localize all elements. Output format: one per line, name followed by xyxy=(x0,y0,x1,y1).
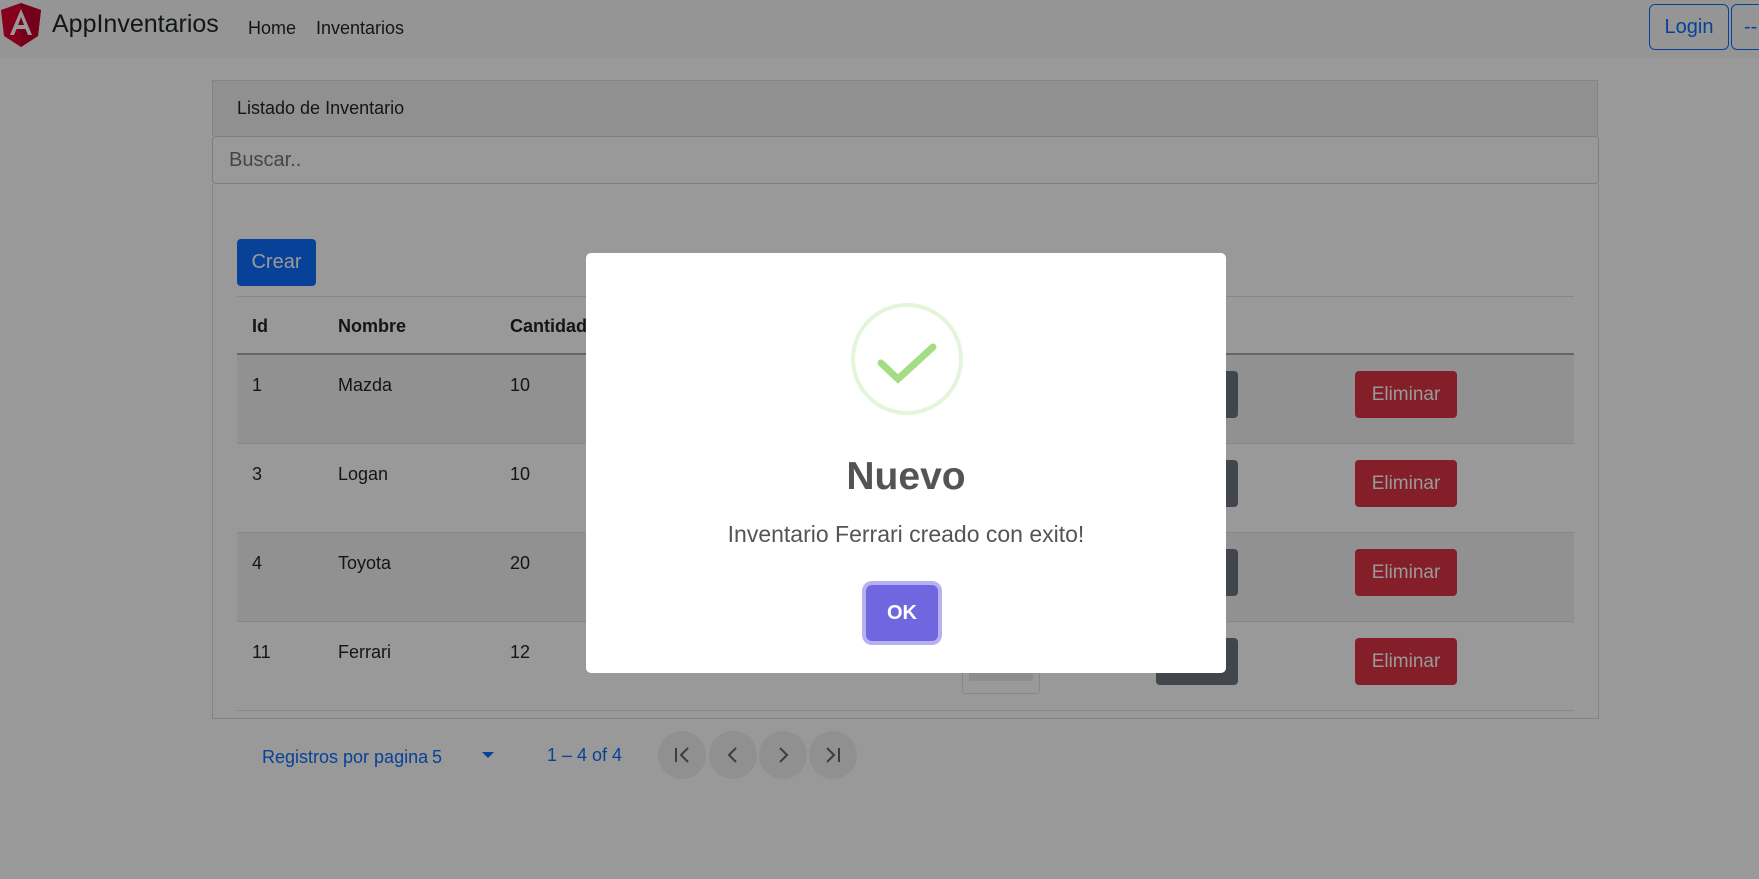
ok-button[interactable]: OK xyxy=(866,585,938,641)
dialog-title: Nuevo xyxy=(846,455,966,498)
dialog-message: Inventario Ferrari creado con exito! xyxy=(727,521,1085,547)
success-dialog: Nuevo Inventario Ferrari creado con exit… xyxy=(586,253,1226,673)
success-check-icon xyxy=(851,303,963,415)
